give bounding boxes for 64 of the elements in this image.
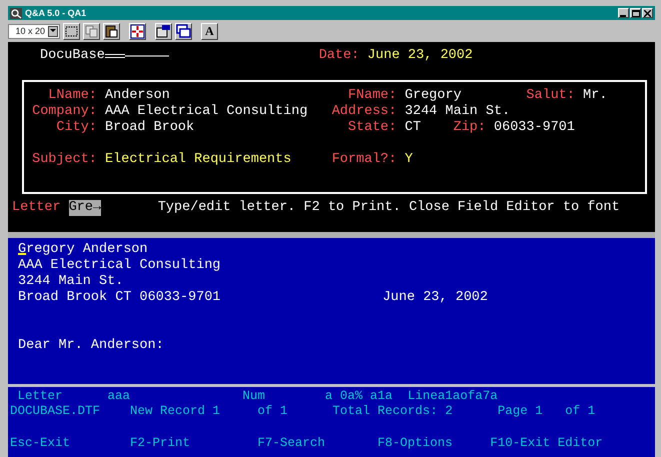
status-text: Letter bbox=[18, 389, 63, 404]
field-label: FName: bbox=[347, 88, 397, 104]
status-text: of 1 bbox=[565, 404, 596, 419]
function-key-label[interactable]: F8-Options bbox=[378, 436, 453, 451]
date-label: Date: bbox=[318, 48, 360, 64]
app-icon bbox=[10, 8, 22, 18]
close-button[interactable] bbox=[642, 8, 653, 18]
letter-line: Dear Mr. Anderson: bbox=[18, 338, 164, 354]
letter-line: Broad Brook CT 06033-9701 bbox=[18, 290, 221, 306]
minimize-button[interactable] bbox=[618, 8, 629, 18]
status-text: Linea1aofa7a bbox=[408, 389, 498, 404]
field-value[interactable]: Electrical Requirements bbox=[105, 152, 292, 167]
field-label: Subject: bbox=[31, 152, 97, 168]
field-value[interactable]: Y bbox=[404, 152, 413, 167]
field-label: LName: bbox=[47, 88, 97, 104]
field-value[interactable]: Gregory bbox=[404, 88, 462, 103]
close-icon bbox=[644, 10, 651, 16]
paste-icon[interactable] bbox=[103, 22, 120, 40]
fullscreen-icon[interactable] bbox=[129, 22, 146, 40]
field-value[interactable]: Broad Brook bbox=[105, 120, 194, 135]
field-label: Zip: bbox=[453, 120, 486, 136]
field-label: Company: bbox=[31, 104, 97, 120]
windows-icon[interactable] bbox=[175, 22, 192, 40]
letter-line: 3244 Main St. bbox=[18, 274, 124, 290]
field-label: City: bbox=[55, 120, 97, 136]
letter-line: Gregory Anderson bbox=[18, 242, 148, 258]
field-label: Formal?: bbox=[330, 152, 397, 168]
window-title: Q&A 5.0 - QA1 bbox=[25, 8, 86, 18]
window-properties-icon[interactable] bbox=[155, 22, 172, 40]
field-name: Letter bbox=[12, 200, 61, 216]
status-text: Total Records: 2 bbox=[332, 404, 453, 419]
field-label: State: bbox=[347, 120, 397, 136]
app-title: DocuBase bbox=[40, 48, 105, 64]
font-size-dropdown[interactable]: 10 x 20 bbox=[8, 24, 60, 38]
date-value: June 23, 2002 bbox=[367, 48, 473, 64]
function-key-label[interactable]: F2-Print bbox=[130, 436, 190, 451]
field-label: Salut: bbox=[526, 88, 575, 104]
function-key-label[interactable]: F7-Search bbox=[258, 436, 326, 451]
field-value[interactable]: 06033-9701 bbox=[494, 120, 575, 135]
field-value[interactable]: 3244 Main St. bbox=[404, 104, 510, 119]
maximize-button[interactable] bbox=[630, 8, 641, 18]
caret-icon bbox=[50, 29, 56, 33]
status-text: New Record 1 bbox=[130, 404, 220, 419]
field-tab[interactable]: Gre→ bbox=[68, 200, 102, 216]
field-value[interactable]: Anderson bbox=[105, 88, 170, 103]
field-value[interactable]: AAA Electrical Consulting bbox=[105, 104, 308, 119]
copy-icon[interactable] bbox=[83, 22, 100, 40]
maximize-icon bbox=[632, 10, 640, 16]
field-value[interactable]: Mr. bbox=[583, 88, 608, 103]
status-text: aaa bbox=[108, 389, 130, 404]
status-text: Page 1 bbox=[498, 404, 543, 419]
select-icon[interactable] bbox=[63, 22, 80, 40]
field-value[interactable]: CT bbox=[404, 120, 421, 135]
prompt-message: Type/edit letter. F2 to Print. Close Field Editor to font bbox=[158, 200, 620, 216]
status-text: a 0a% a1a bbox=[325, 389, 393, 404]
status-text: of 1 bbox=[258, 404, 288, 419]
letter-line: AAA Electrical Consulting bbox=[18, 258, 221, 274]
status-text: Num bbox=[242, 389, 266, 404]
font-button[interactable]: A bbox=[201, 22, 218, 40]
function-key-label[interactable]: Esc-Exit bbox=[10, 436, 70, 451]
field-label: Address: bbox=[330, 104, 397, 120]
function-key-label[interactable]: F10-Exit Editor bbox=[490, 436, 603, 451]
letter-date: June 23, 2002 bbox=[382, 290, 488, 306]
status-text: DOCUBASE.DTF bbox=[10, 404, 100, 419]
